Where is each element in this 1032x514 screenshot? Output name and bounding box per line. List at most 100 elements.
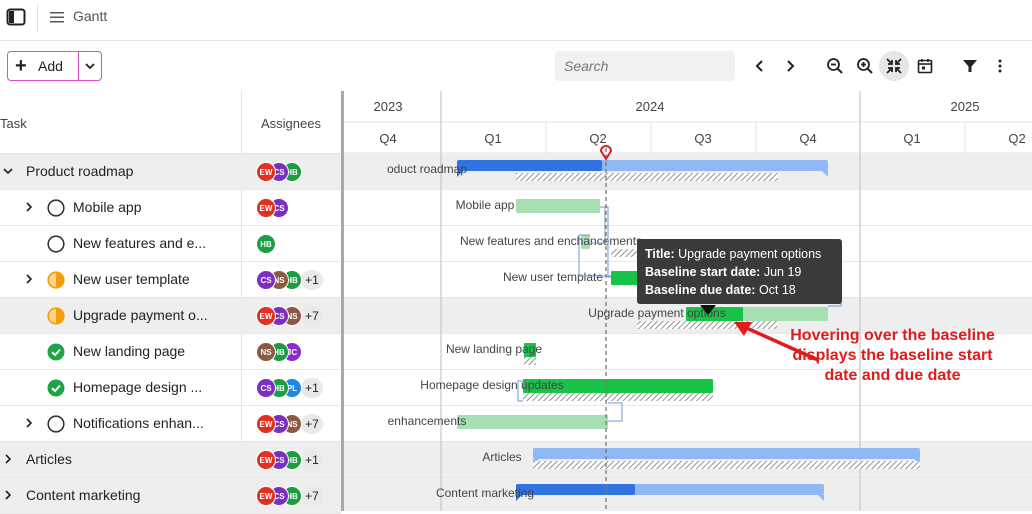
task-name: Mobile app (73, 199, 142, 215)
baseline-bar (524, 357, 536, 365)
baseline-bar (523, 393, 713, 401)
column-header-task[interactable]: Task (0, 116, 27, 131)
bar-label: oduct roadmap (387, 162, 467, 176)
zoom-out-icon[interactable] (823, 54, 847, 78)
list-view-icon (50, 12, 64, 23)
more-assignees-badge: +1 (301, 450, 323, 470)
status-in-progress-icon[interactable] (47, 271, 65, 289)
task-row[interactable]: Mobile app EW CS (0, 190, 341, 226)
status-complete-icon[interactable] (47, 379, 65, 397)
task-name: Articles (26, 451, 72, 467)
task-grid: Task Assignees Product roadmap EW CS HB Mobi… (0, 91, 341, 514)
status-in-progress-icon[interactable] (47, 307, 65, 325)
tooltip-title-value: Upgrade payment options (678, 247, 822, 261)
baseline-tooltip: Title: Upgrade payment options Baseline … (637, 239, 842, 304)
calendar-today-icon[interactable] (913, 54, 937, 78)
group-row[interactable]: Product roadmap EW CS HB (0, 154, 341, 190)
zoom-in-icon[interactable] (853, 54, 877, 78)
task-name: Homepage design ... (73, 379, 203, 395)
chevron-right-icon[interactable] (3, 490, 13, 500)
bar-label: Content marketing (436, 486, 534, 500)
year-label: 2024 (636, 99, 665, 114)
avatar: NS (256, 342, 276, 362)
task-row[interactable]: New user template CS NS HB +1 (0, 262, 341, 298)
quarter-label: Q4 (799, 131, 816, 146)
quarter-label: Q2 (1008, 131, 1025, 146)
chevron-right-icon[interactable] (778, 54, 802, 78)
avatar: EW (256, 450, 276, 470)
baseline-bar (533, 461, 920, 469)
more-assignees-badge: +7 (301, 486, 323, 506)
avatar: EW (256, 414, 276, 434)
chevron-left-icon[interactable] (748, 54, 772, 78)
chevron-down-icon[interactable] (83, 59, 97, 73)
task-name: Upgrade payment o... (73, 307, 208, 323)
summary-bar-progress (457, 160, 602, 171)
task-row[interactable]: Notifications enhan... EW CS NS +7 (0, 406, 341, 442)
filter-icon[interactable] (958, 54, 982, 78)
group-row[interactable]: Content marketing EW CS HB +7 (0, 478, 341, 514)
task-bar (516, 199, 600, 213)
add-button[interactable]: + Add (7, 51, 102, 81)
quarter-label: Q1 (903, 131, 920, 146)
more-assignees-badge: +1 (301, 378, 323, 398)
chevron-right-icon[interactable] (24, 418, 34, 428)
year-label: 2025 (951, 99, 980, 114)
toolbar: + Add (0, 41, 1032, 91)
chevron-right-icon[interactable] (24, 274, 34, 284)
search-input[interactable] (555, 51, 735, 81)
more-assignees-badge: +1 (301, 270, 323, 290)
tooltip-title-label: Title: (645, 247, 675, 261)
avatar: EW (256, 162, 276, 182)
fit-to-screen-icon[interactable] (879, 51, 909, 81)
avatar: CS (256, 378, 276, 398)
task-row[interactable]: Homepage design ... CS HB PL +1 (0, 370, 341, 406)
task-row[interactable]: Upgrade payment o... EW CS NS +7 (0, 298, 341, 334)
status-not-started-icon[interactable] (47, 199, 65, 217)
bar-label: New features and enchancements (460, 234, 642, 248)
chevron-right-icon[interactable] (24, 202, 34, 212)
baseline-bar (516, 173, 778, 181)
task-name: Notifications enhan... (73, 415, 204, 431)
tooltip-due-value: Oct 18 (758, 283, 796, 297)
baseline-bar (611, 249, 639, 257)
avatar: HB (256, 234, 276, 254)
summary-bar (533, 448, 920, 459)
bar-label: New landing page (446, 342, 542, 356)
quarter-label: Q3 (694, 131, 711, 146)
status-complete-icon[interactable] (47, 343, 65, 361)
more-assignees-badge: +7 (301, 414, 323, 434)
bar-label: Mobile app (456, 198, 515, 212)
task-row[interactable]: New landing page NS HB JC (0, 334, 341, 370)
more-options-icon[interactable] (988, 54, 1012, 78)
task-name: Content marketing (26, 487, 141, 503)
quarter-label: Q2 (589, 131, 606, 146)
chevron-down-icon[interactable] (3, 166, 13, 176)
bar-label: Homepage design updates (420, 378, 563, 392)
quarter-label: Q1 (484, 131, 501, 146)
status-not-started-icon[interactable] (47, 415, 65, 433)
sidebar-toggle-icon[interactable] (6, 8, 26, 26)
group-row[interactable]: Articles EW CS HB +1 (0, 442, 341, 478)
tooltip-due-label: Baseline due date: (645, 283, 756, 297)
quarter-label: Q4 (379, 131, 396, 146)
tooltip-start-value: Jun 19 (763, 265, 802, 279)
add-button-label: Add (38, 58, 63, 74)
bar-label: enhancements (388, 414, 467, 428)
task-name: New features and e... (73, 235, 207, 251)
column-header-assignees[interactable]: Assignees (261, 116, 321, 131)
task-name: New landing page (73, 343, 186, 359)
task-name: New user template (73, 271, 190, 287)
status-not-started-icon[interactable] (47, 235, 65, 253)
avatar: EW (256, 306, 276, 326)
avatar: EW (256, 486, 276, 506)
bar-label: New user template (503, 270, 603, 284)
avatar: EW (256, 198, 276, 218)
chevron-right-icon[interactable] (3, 454, 13, 464)
year-label: 2023 (374, 99, 403, 114)
plus-icon: + (15, 55, 27, 77)
app-header: Gantt (0, 0, 1032, 41)
header-divider (37, 4, 38, 32)
task-row[interactable]: New features and e... HB (0, 226, 341, 262)
more-assignees-badge: +7 (301, 306, 323, 326)
